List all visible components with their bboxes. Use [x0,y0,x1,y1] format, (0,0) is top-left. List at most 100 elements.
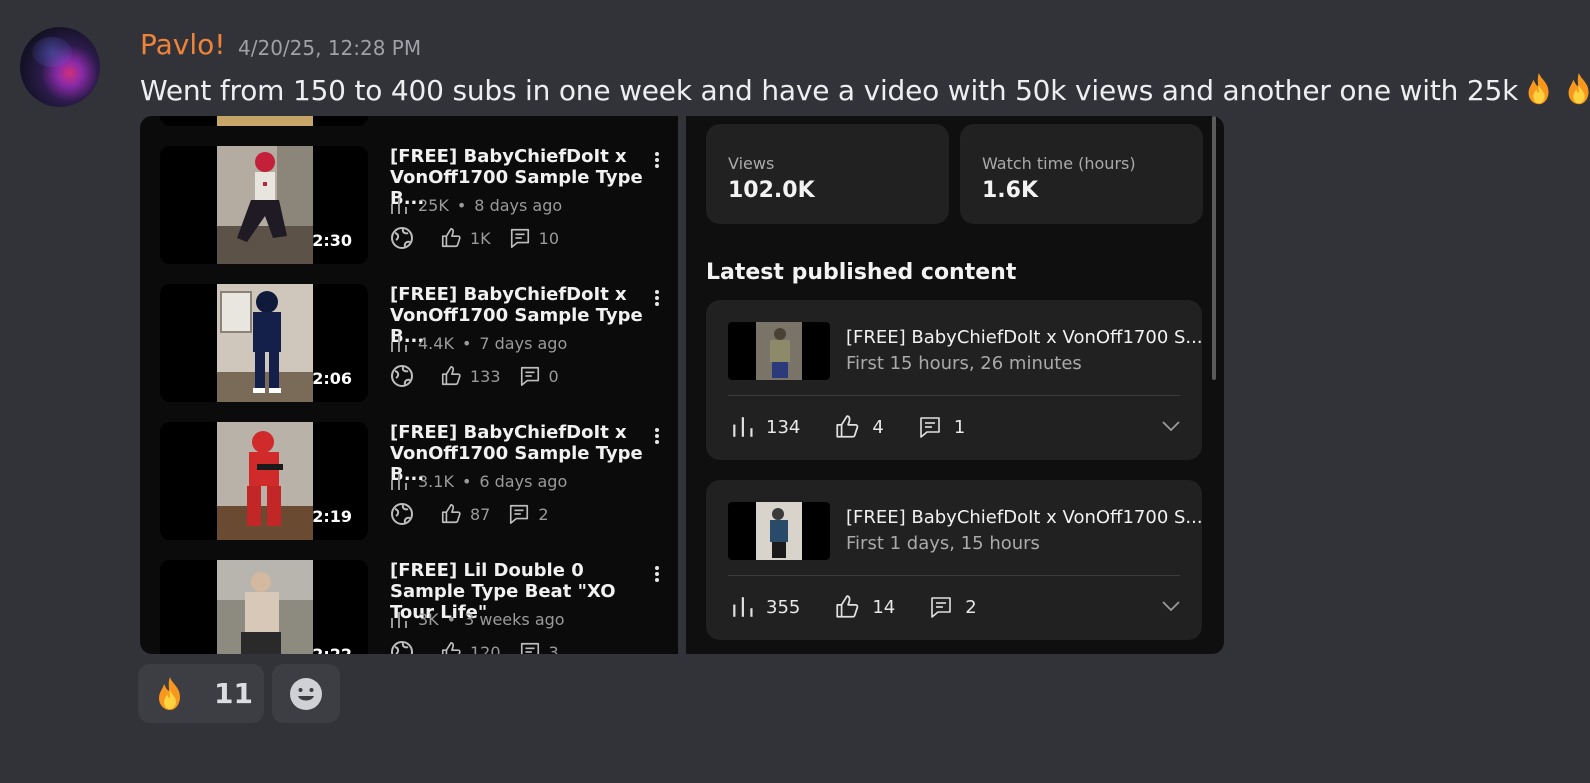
youtube-content-screenshot[interactable]: 2:30 [FREE] BabyChiefDoIt x VonOff1700 S… [140,116,678,654]
video-views: 4.4K [418,334,454,353]
published-thumbnail-image [756,502,802,560]
published-thumbnail [728,322,830,380]
published-stats: 355 14 2 [732,594,977,620]
video-row-2[interactable]: 2:06 [FREE] BabyChiefDoIt x VonOff1700 S… [160,284,660,402]
video-thumbnail-partial [160,116,368,126]
add-reaction-button[interactable] [272,664,340,723]
video-meta: 3.1K • 6 days ago [390,472,567,491]
video-duration: 2:06 [312,369,352,388]
video-thumbnail-image [217,284,313,402]
message-text: Went from 150 to 400 subs in one week an… [140,70,1590,108]
chevron-down-icon[interactable] [1162,420,1180,432]
video-comments: 10 [538,228,560,248]
more-options-icon[interactable] [654,288,660,308]
like-icon [441,642,461,654]
video-meta: 4.4K • 7 days ago [390,334,567,353]
published-card-1[interactable]: [FREE] BabyChiefDoIt x VonOff1700 S... F… [706,300,1203,460]
divider [728,575,1180,576]
message-timestamp: 4/20/25, 12:28 PM [238,36,422,60]
video-thumbnail-image [217,422,313,540]
fire-emoji-icon [1528,72,1549,105]
comments-icon [931,597,952,618]
views-value: 102.0K [728,178,815,203]
video-likes: 87 [470,504,491,524]
video-likes: 1K [470,228,491,248]
globe-icon [391,503,413,525]
views-icon [391,473,407,490]
video-age: 3 weeks ago [464,610,565,629]
more-options-icon[interactable] [654,564,660,584]
video-comments: 2 [538,504,549,524]
meta-separator: • [461,472,472,491]
published-views: 355 [766,596,801,618]
comments-icon [510,228,529,248]
video-stats: 120 3 [390,640,559,654]
video-meta: 25K • 8 days ago [390,196,562,215]
video-age: 7 days ago [479,334,568,353]
published-subtitle: First 15 hours, 26 minutes [846,353,1082,374]
views-icon [733,597,753,617]
video-views: 3.1K [418,472,454,491]
like-icon [836,415,859,438]
meta-separator: • [461,334,472,353]
video-age: 6 days ago [479,472,568,491]
youtube-analytics-screenshot[interactable]: Views 102.0K Watch time (hours) 1.6K Lat… [686,116,1224,654]
views-icon [391,611,407,628]
video-thumbnail-image [217,146,313,264]
video-views: 3K [418,610,439,629]
video-row-3[interactable]: 2:19 [FREE] BabyChiefDoIt x VonOff1700 S… [160,422,660,540]
views-icon [391,197,407,214]
video-duration: 2:30 [312,231,352,250]
video-thumbnail[interactable]: 2:22 [160,560,368,654]
published-title[interactable]: [FREE] BabyChiefDoIt x VonOff1700 S... [846,507,1203,528]
video-views: 25K [418,196,449,215]
fire-reaction-button[interactable]: 11 [138,664,264,723]
published-card-2[interactable]: [FREE] BabyChiefDoIt x VonOff1700 S... F… [706,480,1203,640]
views-icon [733,417,753,437]
section-title: Latest published content [706,260,1017,285]
like-icon [441,504,461,524]
video-likes: 120 [470,642,501,655]
views-icon [391,335,407,352]
watch-time-label: Watch time (hours) [982,154,1136,173]
published-likes: 14 [872,596,896,618]
fire-icon [159,677,180,710]
published-title[interactable]: [FREE] BabyChiefDoIt x VonOff1700 S... [846,327,1203,348]
meta-separator: • [446,610,457,629]
video-stats: 87 2 [390,502,549,526]
video-comments: 0 [548,366,559,386]
video-likes: 133 [470,366,501,386]
video-row-4[interactable]: 2:22 [FREE] Lil Double 0 Sample Type Bea… [160,560,660,654]
avatar[interactable] [20,27,100,107]
views-card[interactable]: Views 102.0K [706,124,949,224]
video-meta: 3K • 3 weeks ago [390,610,565,629]
video-age: 8 days ago [474,196,563,215]
published-likes: 4 [872,416,884,438]
video-thumbnail[interactable]: 2:19 [160,422,368,540]
reaction-count: 11 [214,677,253,710]
video-row-1[interactable]: 2:30 [FREE] BabyChiefDoIt x VonOff1700 S… [160,146,660,264]
comments-icon [520,366,539,386]
more-options-icon[interactable] [654,150,660,170]
video-thumbnail[interactable]: 2:06 [160,284,368,402]
comments-icon [920,417,940,438]
smiley-icon [290,678,322,710]
video-stats: 133 0 [390,364,559,388]
published-comments: 2 [965,596,977,618]
divider [728,395,1180,396]
published-views: 134 [766,416,801,438]
published-thumbnail-image [756,322,802,380]
globe-icon [391,365,413,387]
comments-icon [510,504,529,524]
scrollbar[interactable] [1212,116,1216,380]
watch-time-value: 1.6K [982,178,1039,203]
like-icon [441,366,461,386]
published-stats: 134 4 1 [732,414,965,440]
video-thumbnail[interactable]: 2:30 [160,146,368,264]
username[interactable]: Pavlo! [140,28,226,61]
chevron-down-icon[interactable] [1162,600,1180,612]
published-comments: 1 [953,416,966,438]
more-options-icon[interactable] [654,426,660,446]
watch-time-card[interactable]: Watch time (hours) 1.6K [960,124,1203,224]
video-comments: 3 [548,642,559,655]
